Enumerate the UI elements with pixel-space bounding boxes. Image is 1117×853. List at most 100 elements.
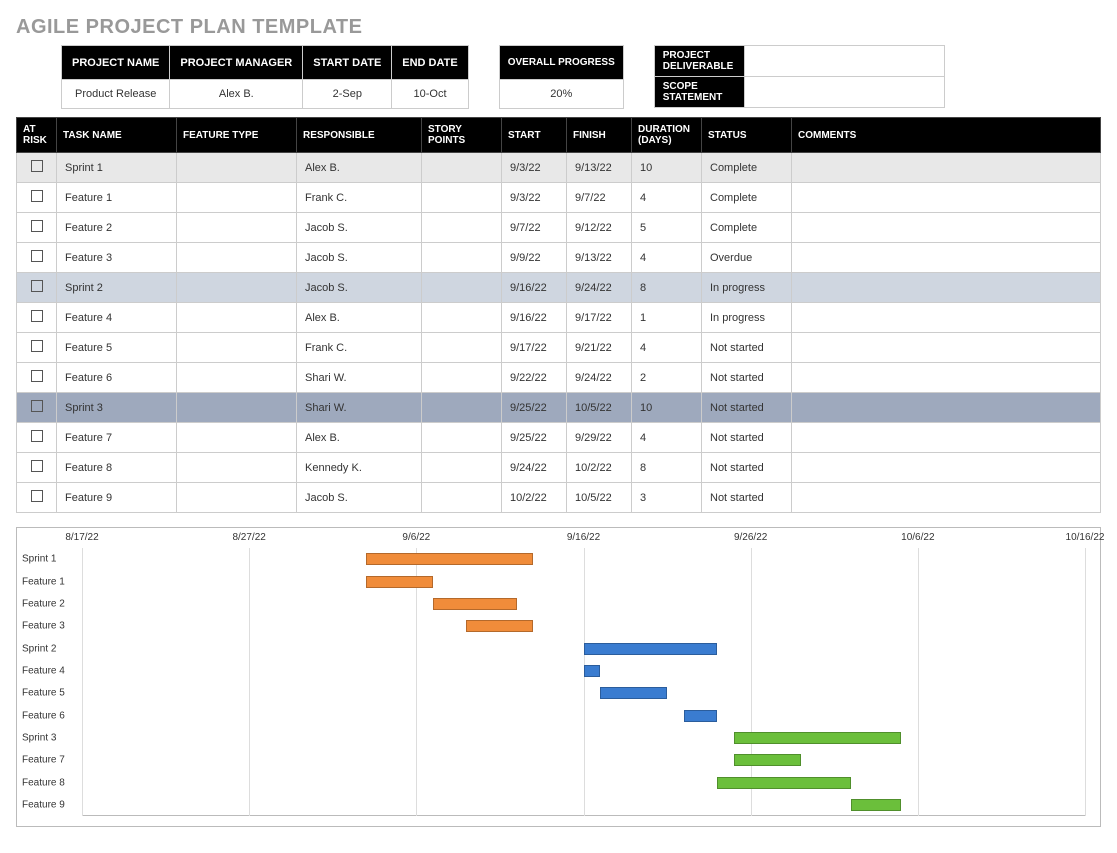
cell-feature-type[interactable]: [177, 483, 297, 513]
cell-start[interactable]: 9/7/22: [502, 213, 567, 243]
cell-story-points[interactable]: [422, 423, 502, 453]
at-risk-checkbox[interactable]: [17, 453, 57, 483]
cell-duration[interactable]: 8: [632, 453, 702, 483]
cell-status[interactable]: Overdue: [702, 243, 792, 273]
cell-duration[interactable]: 4: [632, 333, 702, 363]
cell-task[interactable]: Feature 6: [57, 363, 177, 393]
cell-finish[interactable]: 9/13/22: [567, 243, 632, 273]
cell-comments[interactable]: [792, 453, 1101, 483]
cell-responsible[interactable]: Alex B.: [297, 423, 422, 453]
at-risk-checkbox[interactable]: [17, 213, 57, 243]
cell-feature-type[interactable]: [177, 453, 297, 483]
cell-duration[interactable]: 8: [632, 273, 702, 303]
cell-start[interactable]: 9/3/22: [502, 183, 567, 213]
cell-responsible[interactable]: Jacob S.: [297, 213, 422, 243]
cell-duration[interactable]: 1: [632, 303, 702, 333]
cell-comments[interactable]: [792, 303, 1101, 333]
cell-status[interactable]: Not started: [702, 393, 792, 423]
cell-status[interactable]: Not started: [702, 453, 792, 483]
cell-comments[interactable]: [792, 423, 1101, 453]
val-deliverable[interactable]: [744, 46, 944, 77]
cell-comments[interactable]: [792, 243, 1101, 273]
cell-start[interactable]: 9/22/22: [502, 363, 567, 393]
cell-feature-type[interactable]: [177, 333, 297, 363]
cell-duration[interactable]: 4: [632, 243, 702, 273]
at-risk-checkbox[interactable]: [17, 153, 57, 183]
cell-task[interactable]: Feature 5: [57, 333, 177, 363]
cell-status[interactable]: Not started: [702, 423, 792, 453]
cell-task[interactable]: Feature 3: [57, 243, 177, 273]
cell-duration[interactable]: 4: [632, 183, 702, 213]
cell-story-points[interactable]: [422, 333, 502, 363]
cell-finish[interactable]: 10/5/22: [567, 393, 632, 423]
cell-feature-type[interactable]: [177, 153, 297, 183]
cell-status[interactable]: Not started: [702, 483, 792, 513]
cell-duration[interactable]: 4: [632, 423, 702, 453]
at-risk-checkbox[interactable]: [17, 273, 57, 303]
cell-story-points[interactable]: [422, 243, 502, 273]
val-end-date[interactable]: 10-Oct: [392, 80, 468, 109]
cell-responsible[interactable]: Alex B.: [297, 303, 422, 333]
cell-start[interactable]: 9/25/22: [502, 423, 567, 453]
val-project-name[interactable]: Product Release: [62, 80, 170, 109]
cell-finish[interactable]: 9/21/22: [567, 333, 632, 363]
cell-story-points[interactable]: [422, 303, 502, 333]
cell-finish[interactable]: 9/17/22: [567, 303, 632, 333]
cell-comments[interactable]: [792, 363, 1101, 393]
cell-start[interactable]: 9/24/22: [502, 453, 567, 483]
cell-start[interactable]: 9/3/22: [502, 153, 567, 183]
cell-status[interactable]: In progress: [702, 303, 792, 333]
at-risk-checkbox[interactable]: [17, 183, 57, 213]
cell-comments[interactable]: [792, 333, 1101, 363]
cell-task[interactable]: Feature 7: [57, 423, 177, 453]
cell-finish[interactable]: 9/13/22: [567, 153, 632, 183]
cell-feature-type[interactable]: [177, 213, 297, 243]
val-project-manager[interactable]: Alex B.: [170, 80, 303, 109]
cell-finish[interactable]: 9/29/22: [567, 423, 632, 453]
cell-comments[interactable]: [792, 213, 1101, 243]
cell-comments[interactable]: [792, 153, 1101, 183]
cell-status[interactable]: Not started: [702, 363, 792, 393]
cell-task[interactable]: Feature 2: [57, 213, 177, 243]
cell-status[interactable]: Complete: [702, 153, 792, 183]
cell-status[interactable]: Complete: [702, 183, 792, 213]
cell-finish[interactable]: 9/7/22: [567, 183, 632, 213]
val-overall-progress[interactable]: 20%: [499, 80, 623, 109]
cell-duration[interactable]: 2: [632, 363, 702, 393]
cell-feature-type[interactable]: [177, 273, 297, 303]
cell-task[interactable]: Feature 4: [57, 303, 177, 333]
cell-responsible[interactable]: Kennedy K.: [297, 453, 422, 483]
cell-responsible[interactable]: Frank C.: [297, 183, 422, 213]
cell-task[interactable]: Feature 9: [57, 483, 177, 513]
cell-feature-type[interactable]: [177, 393, 297, 423]
cell-story-points[interactable]: [422, 183, 502, 213]
cell-task[interactable]: Sprint 2: [57, 273, 177, 303]
cell-start[interactable]: 9/9/22: [502, 243, 567, 273]
cell-feature-type[interactable]: [177, 303, 297, 333]
cell-responsible[interactable]: Shari W.: [297, 393, 422, 423]
cell-story-points[interactable]: [422, 363, 502, 393]
cell-duration[interactable]: 3: [632, 483, 702, 513]
cell-story-points[interactable]: [422, 453, 502, 483]
cell-duration[interactable]: 5: [632, 213, 702, 243]
at-risk-checkbox[interactable]: [17, 393, 57, 423]
cell-task[interactable]: Feature 1: [57, 183, 177, 213]
val-start-date[interactable]: 2-Sep: [303, 80, 392, 109]
cell-task[interactable]: Sprint 3: [57, 393, 177, 423]
cell-start[interactable]: 9/16/22: [502, 273, 567, 303]
cell-start[interactable]: 10/2/22: [502, 483, 567, 513]
cell-finish[interactable]: 10/2/22: [567, 453, 632, 483]
cell-feature-type[interactable]: [177, 363, 297, 393]
cell-status[interactable]: Complete: [702, 213, 792, 243]
cell-responsible[interactable]: Alex B.: [297, 153, 422, 183]
cell-story-points[interactable]: [422, 273, 502, 303]
cell-story-points[interactable]: [422, 213, 502, 243]
cell-comments[interactable]: [792, 183, 1101, 213]
cell-status[interactable]: Not started: [702, 333, 792, 363]
cell-responsible[interactable]: Jacob S.: [297, 273, 422, 303]
at-risk-checkbox[interactable]: [17, 423, 57, 453]
cell-responsible[interactable]: Shari W.: [297, 363, 422, 393]
cell-duration[interactable]: 10: [632, 393, 702, 423]
at-risk-checkbox[interactable]: [17, 303, 57, 333]
cell-responsible[interactable]: Frank C.: [297, 333, 422, 363]
